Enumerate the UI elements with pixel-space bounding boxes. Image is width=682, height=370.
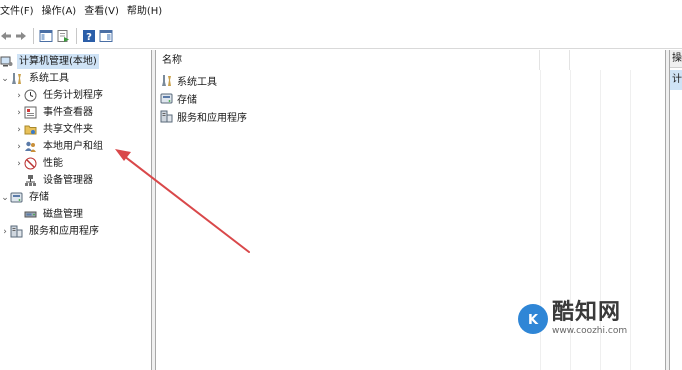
expand-chevron-icon[interactable]: ›	[14, 159, 24, 169]
list-item-system-tools[interactable]: 系统工具	[160, 72, 217, 89]
tree-item-disk-management[interactable]: 磁盘管理	[24, 206, 85, 223]
actions-header: 操	[670, 50, 682, 68]
watermark: K 酷知网 www.coozhi.com	[518, 294, 664, 344]
forward-arrow-icon[interactable]	[15, 27, 27, 45]
tree-label: 计算机管理(本地)	[17, 54, 99, 69]
properties-pane-icon[interactable]	[99, 27, 113, 45]
watermark-url: www.coozhi.com	[552, 326, 628, 336]
device-manager-icon	[24, 174, 37, 187]
services-apps-icon	[10, 225, 23, 238]
computer-management-icon	[0, 55, 13, 68]
watermark-brand: 酷知网	[552, 300, 622, 325]
collapse-chevron-icon[interactable]: ⌄	[0, 74, 10, 84]
tree-label: 磁盘管理	[43, 209, 83, 220]
expand-chevron-icon[interactable]: ›	[0, 227, 10, 237]
event-viewer-icon	[24, 106, 37, 119]
help-icon[interactable]: ?	[82, 27, 96, 45]
coozhi-logo-icon: K	[518, 304, 548, 334]
actions-item-computer-management[interactable]: 计	[670, 70, 682, 90]
tree-item-device-manager[interactable]: 设备管理器	[24, 172, 95, 189]
services-apps-icon	[160, 110, 173, 123]
tree-item-event-viewer[interactable]: › 事件查看器	[14, 104, 95, 121]
collapse-chevron-icon[interactable]: ⌄	[0, 193, 10, 203]
users-icon	[24, 140, 37, 153]
toolbar-separator	[33, 28, 34, 44]
storage-icon	[160, 92, 173, 105]
column-header-blank[interactable]	[540, 50, 570, 70]
tree-item-services-apps[interactable]: › 服务和应用程序	[0, 223, 101, 240]
show-hide-tree-icon[interactable]	[39, 27, 53, 45]
shared-folder-icon	[24, 123, 37, 136]
expand-chevron-icon[interactable]: ›	[14, 125, 24, 135]
expand-chevron-icon[interactable]: ›	[14, 91, 24, 101]
disk-management-icon	[24, 208, 37, 221]
tree-item-shared-folders[interactable]: › 共享文件夹	[14, 121, 95, 138]
svg-text:K: K	[528, 313, 539, 328]
tree-item-system-tools[interactable]: ⌄ 系统工具	[0, 70, 71, 87]
tree-label: 存储	[29, 192, 49, 203]
tree-label: 事件查看器	[43, 107, 93, 118]
clock-icon	[24, 89, 37, 102]
expand-chevron-icon[interactable]: ›	[14, 142, 24, 152]
menu-action[interactable]: 操作(A)	[42, 0, 83, 24]
tree-item-local-users-groups[interactable]: › 本地用户和组	[14, 138, 105, 155]
back-arrow-icon[interactable]	[0, 27, 12, 45]
list-item-label: 系统工具	[177, 77, 217, 88]
console-tree-pane: 计算机管理(本地) ⌄ 系统工具 › 任务计划程序 › 事件查看器 › 共享文件…	[0, 50, 152, 370]
column-header-name[interactable]: 名称	[156, 50, 540, 70]
performance-gauge-icon	[24, 157, 37, 170]
list-item-storage[interactable]: 存储	[160, 90, 197, 107]
list-item-services-apps[interactable]: 服务和应用程序	[160, 108, 247, 125]
tree-label: 共享文件夹	[43, 124, 93, 135]
tree-label: 系统工具	[29, 73, 69, 84]
toolbar: ?	[0, 24, 682, 49]
tree-item-task-scheduler[interactable]: › 任务计划程序	[14, 87, 105, 104]
list-item-label: 存储	[177, 95, 197, 106]
menu-help[interactable]: 帮助(H)	[127, 0, 168, 24]
expand-chevron-icon[interactable]: ›	[14, 108, 24, 118]
tree-label: 任务计划程序	[43, 90, 103, 101]
tree-label: 服务和应用程序	[29, 226, 99, 237]
toolbar-separator	[76, 28, 77, 44]
tree-label: 本地用户和组	[43, 141, 103, 152]
tree-item-performance[interactable]: › 性能	[14, 155, 65, 172]
export-list-icon[interactable]	[56, 27, 70, 45]
menu-bar: 文件(F) 操作(A) 查看(V) 帮助(H)	[0, 0, 682, 24]
tree-label: 设备管理器	[43, 175, 93, 186]
storage-icon	[10, 191, 23, 204]
list-header: 名称	[156, 50, 666, 70]
tree-item-storage[interactable]: ⌄ 存储	[0, 189, 51, 206]
system-tools-icon	[160, 74, 173, 87]
system-tools-icon	[10, 72, 23, 85]
list-item-label: 服务和应用程序	[177, 113, 247, 124]
tree-item-computer-management[interactable]: 计算机管理(本地)	[0, 53, 99, 70]
actions-pane: 操 计	[669, 50, 682, 370]
svg-text:?: ?	[86, 32, 92, 43]
tree-label: 性能	[43, 158, 63, 169]
menu-view[interactable]: 查看(V)	[84, 0, 125, 24]
menu-file[interactable]: 文件(F)	[0, 0, 40, 24]
